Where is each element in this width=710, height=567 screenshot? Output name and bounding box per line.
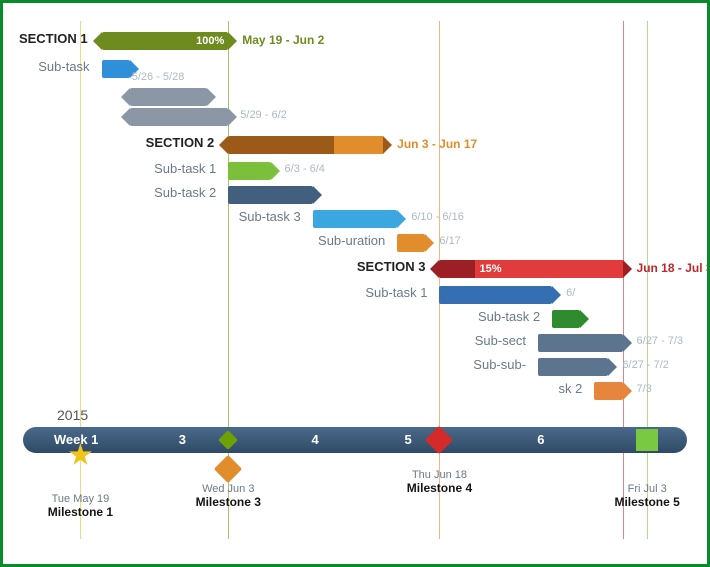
row-s2-task-2: Sub-task 3 6/10 - 6/16 <box>3 209 707 229</box>
s2-task0-dates: 6/3 - 6/4 <box>285 163 325 175</box>
milestone-3-col: Wed Jun 3 Milestone 3 <box>173 483 283 509</box>
row-s3-task-4: sk 2 7/3 <box>3 381 707 401</box>
timeline-bar: Week 1 3 4 5 6 <box>23 427 687 453</box>
row-s2-task-1: Sub-task 2 <box>3 185 707 205</box>
milestone-4-name: Milestone 4 <box>384 481 494 495</box>
section-2-label: SECTION 2 <box>146 135 215 150</box>
s1-task2-dates: 5/29 - 6/2 <box>240 109 286 121</box>
section-3-bar: 15% <box>439 260 622 278</box>
milestone-5-col: Fri Jul 3 Milestone 5 <box>592 483 702 509</box>
row-section-3: SECTION 3 15% Jun 18 - Jul 3 <box>3 259 707 279</box>
s2-task0-label: Sub-task 1 <box>154 161 216 176</box>
milestone-3-name: Milestone 3 <box>173 495 283 509</box>
s3-task0-label: Sub-task 1 <box>365 285 427 300</box>
milestone-5-name: Milestone 5 <box>592 495 702 509</box>
section-1-pct: 100% <box>196 32 224 50</box>
section-2-bar <box>228 136 383 154</box>
timeline-tick-5: 5 <box>404 427 411 453</box>
timeline-dot <box>355 423 361 457</box>
gantt-chart: SECTION 1 100% May 19 - Jun 2 Sub-task 5… <box>0 0 710 567</box>
row-section-2: SECTION 2 Jun 3 - Jun 17 <box>3 135 707 155</box>
section-2-bar-overlay <box>334 136 383 154</box>
s3-task4-dates: 7/3 <box>637 383 652 395</box>
timeline-dot <box>249 423 255 457</box>
s3-task0-bar <box>439 286 552 304</box>
row-s3-task-0: Sub-task 1 6/ <box>3 285 707 305</box>
s2-task1-bar <box>228 186 312 204</box>
s1-task1-bar <box>130 88 207 106</box>
row-s2-task-0: Sub-task 1 6/3 - 6/4 <box>3 161 707 181</box>
s3-task1-label: Sub-task 2 <box>478 309 540 324</box>
s2-task3-label: Sub-uration <box>318 233 385 248</box>
timeline-dot <box>461 423 467 457</box>
timeline-tick-6: 6 <box>537 427 544 453</box>
section-3-dates: Jun 18 - Jul 3 <box>637 261 710 275</box>
row-s3-task-1: Sub-task 2 <box>3 309 707 329</box>
section-2-dates: Jun 3 - Jun 17 <box>397 137 477 151</box>
timeline-tick-4: 4 <box>312 427 319 453</box>
s2-task2-dates: 6/10 - 6/16 <box>411 211 464 223</box>
milestone-5-date: Fri Jul 3 <box>592 483 702 495</box>
year-label: 2015 <box>57 407 88 423</box>
milestone-1-name: Milestone 1 <box>25 505 135 519</box>
s2-task3-bar <box>397 234 425 252</box>
timeline-tick-3: 3 <box>179 427 186 453</box>
s1-task0-bar <box>102 60 130 78</box>
timeline-dot <box>594 423 600 457</box>
milestone-3-date: Wed Jun 3 <box>173 483 283 495</box>
s2-task2-bar <box>313 210 397 228</box>
milestone-1-date: Tue May 19 <box>25 493 135 505</box>
s2-task3-dates: 6/17 <box>439 235 460 247</box>
timeline-week1: Week 1 <box>54 427 99 453</box>
milestone-4-date: Thu Jun 18 <box>384 469 494 481</box>
s1-task0-label: Sub-task <box>38 59 89 74</box>
s3-task0-dates: 6/ <box>566 287 575 299</box>
s1-task2-bar <box>130 108 229 126</box>
s2-task2-label: Sub-task 3 <box>239 209 301 224</box>
section-1-label: SECTION 1 <box>19 31 88 46</box>
row-s1-task-0: Sub-task <box>3 59 707 79</box>
section-1-bar: 100% <box>102 32 229 50</box>
milestone-4-col: Thu Jun 18 Milestone 4 <box>384 469 494 495</box>
row-s3-task-2: Sub-sect 6/27 - 7/3 <box>3 333 707 353</box>
row-s3-task-3: Sub-sub- 6/27 - 7/2 <box>3 357 707 377</box>
s2-task0-bar <box>228 162 270 180</box>
s3-task4-bar <box>594 382 622 400</box>
milestone-3-marker <box>214 455 242 483</box>
chart-area: SECTION 1 100% May 19 - Jun 2 Sub-task 5… <box>3 3 707 564</box>
section-3-pct: 15% <box>479 260 501 278</box>
section-1-dates: May 19 - Jun 2 <box>242 33 324 47</box>
row-s2-task-3: Sub-uration 6/17 <box>3 233 707 253</box>
s1-task1-dates: 5/26 - 5/28 <box>132 71 185 83</box>
s3-task2-dates: 6/27 - 7/3 <box>637 335 683 347</box>
row-s1-task-2: 5/29 - 6/2 <box>3 107 707 127</box>
s3-task2-label: Sub-sect <box>475 333 526 348</box>
s3-task3-dates: 6/27 - 7/2 <box>622 359 668 371</box>
s2-task1-label: Sub-task 2 <box>154 185 216 200</box>
s3-task4-label: sk 2 <box>559 381 583 396</box>
row-section-1: SECTION 1 100% May 19 - Jun 2 <box>3 31 707 51</box>
row-s1-task-1: 5/26 - 5/28 <box>3 87 707 107</box>
milestone-1-col: Tue May 19 Milestone 1 <box>25 493 135 519</box>
s3-task2-bar <box>538 334 622 352</box>
s3-task3-bar <box>538 358 608 376</box>
s3-task3-label: Sub-sub- <box>473 357 526 372</box>
timeline-dot <box>116 423 122 457</box>
s3-task1-bar <box>552 310 580 328</box>
section-3-label: SECTION 3 <box>357 259 426 274</box>
milestone-5-marker <box>636 429 658 451</box>
